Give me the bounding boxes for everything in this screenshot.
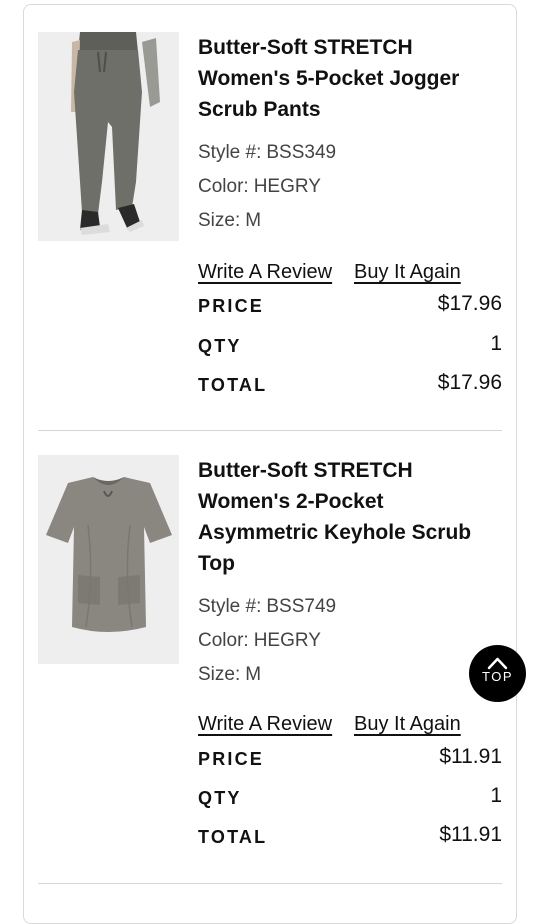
total-label: TOTAL: [198, 827, 268, 847]
order-item: Butter-Soft STRETCH Women's 2-Pocket Asy…: [38, 455, 502, 865]
size-label: Size:: [198, 210, 241, 231]
write-review-link[interactable]: Write A Review: [198, 713, 332, 736]
qty-label: QTY: [198, 788, 242, 808]
style-value: BSS349: [266, 142, 337, 163]
size-meta: Size: M: [198, 204, 502, 238]
product-info: Butter-Soft STRETCH Women's 5-Pocket Jog…: [198, 32, 502, 238]
price-value: $11.91: [439, 745, 502, 768]
product-title[interactable]: Butter-Soft STRETCH Women's 5-Pocket Jog…: [198, 32, 502, 125]
product-image[interactable]: [38, 455, 179, 664]
write-review-link[interactable]: Write A Review: [198, 261, 332, 284]
total-value: $11.91: [439, 823, 502, 846]
size-meta: Size: M: [198, 658, 502, 692]
total-label: TOTAL: [198, 375, 268, 395]
item-actions: Write A Review Buy It Again: [198, 261, 502, 291]
item-divider: [38, 430, 502, 431]
total-value: $17.96: [437, 371, 502, 394]
item-divider: [38, 883, 502, 884]
color-value: HEGRY: [253, 176, 321, 197]
buy-again-link[interactable]: Buy It Again: [354, 713, 461, 736]
color-meta: Color: HEGRY: [198, 170, 502, 204]
style-meta: Style #: BSS749: [198, 590, 502, 624]
product-image[interactable]: [38, 32, 179, 241]
total-row: TOTAL $17.96: [198, 371, 502, 401]
style-label: Style #:: [198, 596, 262, 617]
price-row: PRICE $11.91: [198, 745, 502, 775]
color-label: Color:: [198, 630, 249, 651]
price-label: PRICE: [198, 749, 265, 769]
scrub-top-photo-icon: [38, 455, 179, 664]
style-meta: Style #: BSS349: [198, 136, 502, 170]
chevron-up-icon: [487, 657, 508, 670]
size-value: M: [245, 664, 262, 685]
back-to-top-label: TOP: [482, 669, 513, 684]
qty-value: 1: [490, 784, 502, 807]
price-label: PRICE: [198, 296, 265, 316]
size-value: M: [245, 210, 262, 231]
color-label: Color:: [198, 176, 249, 197]
jogger-pants-photo-icon: [38, 32, 179, 241]
qty-row: QTY 1: [198, 784, 502, 814]
qty-value: 1: [490, 332, 502, 355]
qty-label: QTY: [198, 336, 242, 356]
color-meta: Color: HEGRY: [198, 624, 502, 658]
price-value: $17.96: [437, 292, 502, 315]
product-info: Butter-Soft STRETCH Women's 2-Pocket Asy…: [198, 455, 502, 692]
product-title[interactable]: Butter-Soft STRETCH Women's 2-Pocket Asy…: [198, 455, 502, 579]
buy-again-link[interactable]: Buy It Again: [354, 261, 461, 284]
style-value: BSS749: [266, 596, 337, 617]
total-row: TOTAL $11.91: [198, 823, 502, 853]
order-item: Butter-Soft STRETCH Women's 5-Pocket Jog…: [38, 32, 502, 412]
item-actions: Write A Review Buy It Again: [198, 713, 502, 743]
style-label: Style #:: [198, 142, 262, 163]
price-row: PRICE $17.96: [198, 292, 502, 322]
size-label: Size:: [198, 664, 241, 685]
back-to-top-button[interactable]: TOP: [469, 645, 526, 702]
color-value: HEGRY: [253, 630, 321, 651]
qty-row: QTY 1: [198, 332, 502, 362]
